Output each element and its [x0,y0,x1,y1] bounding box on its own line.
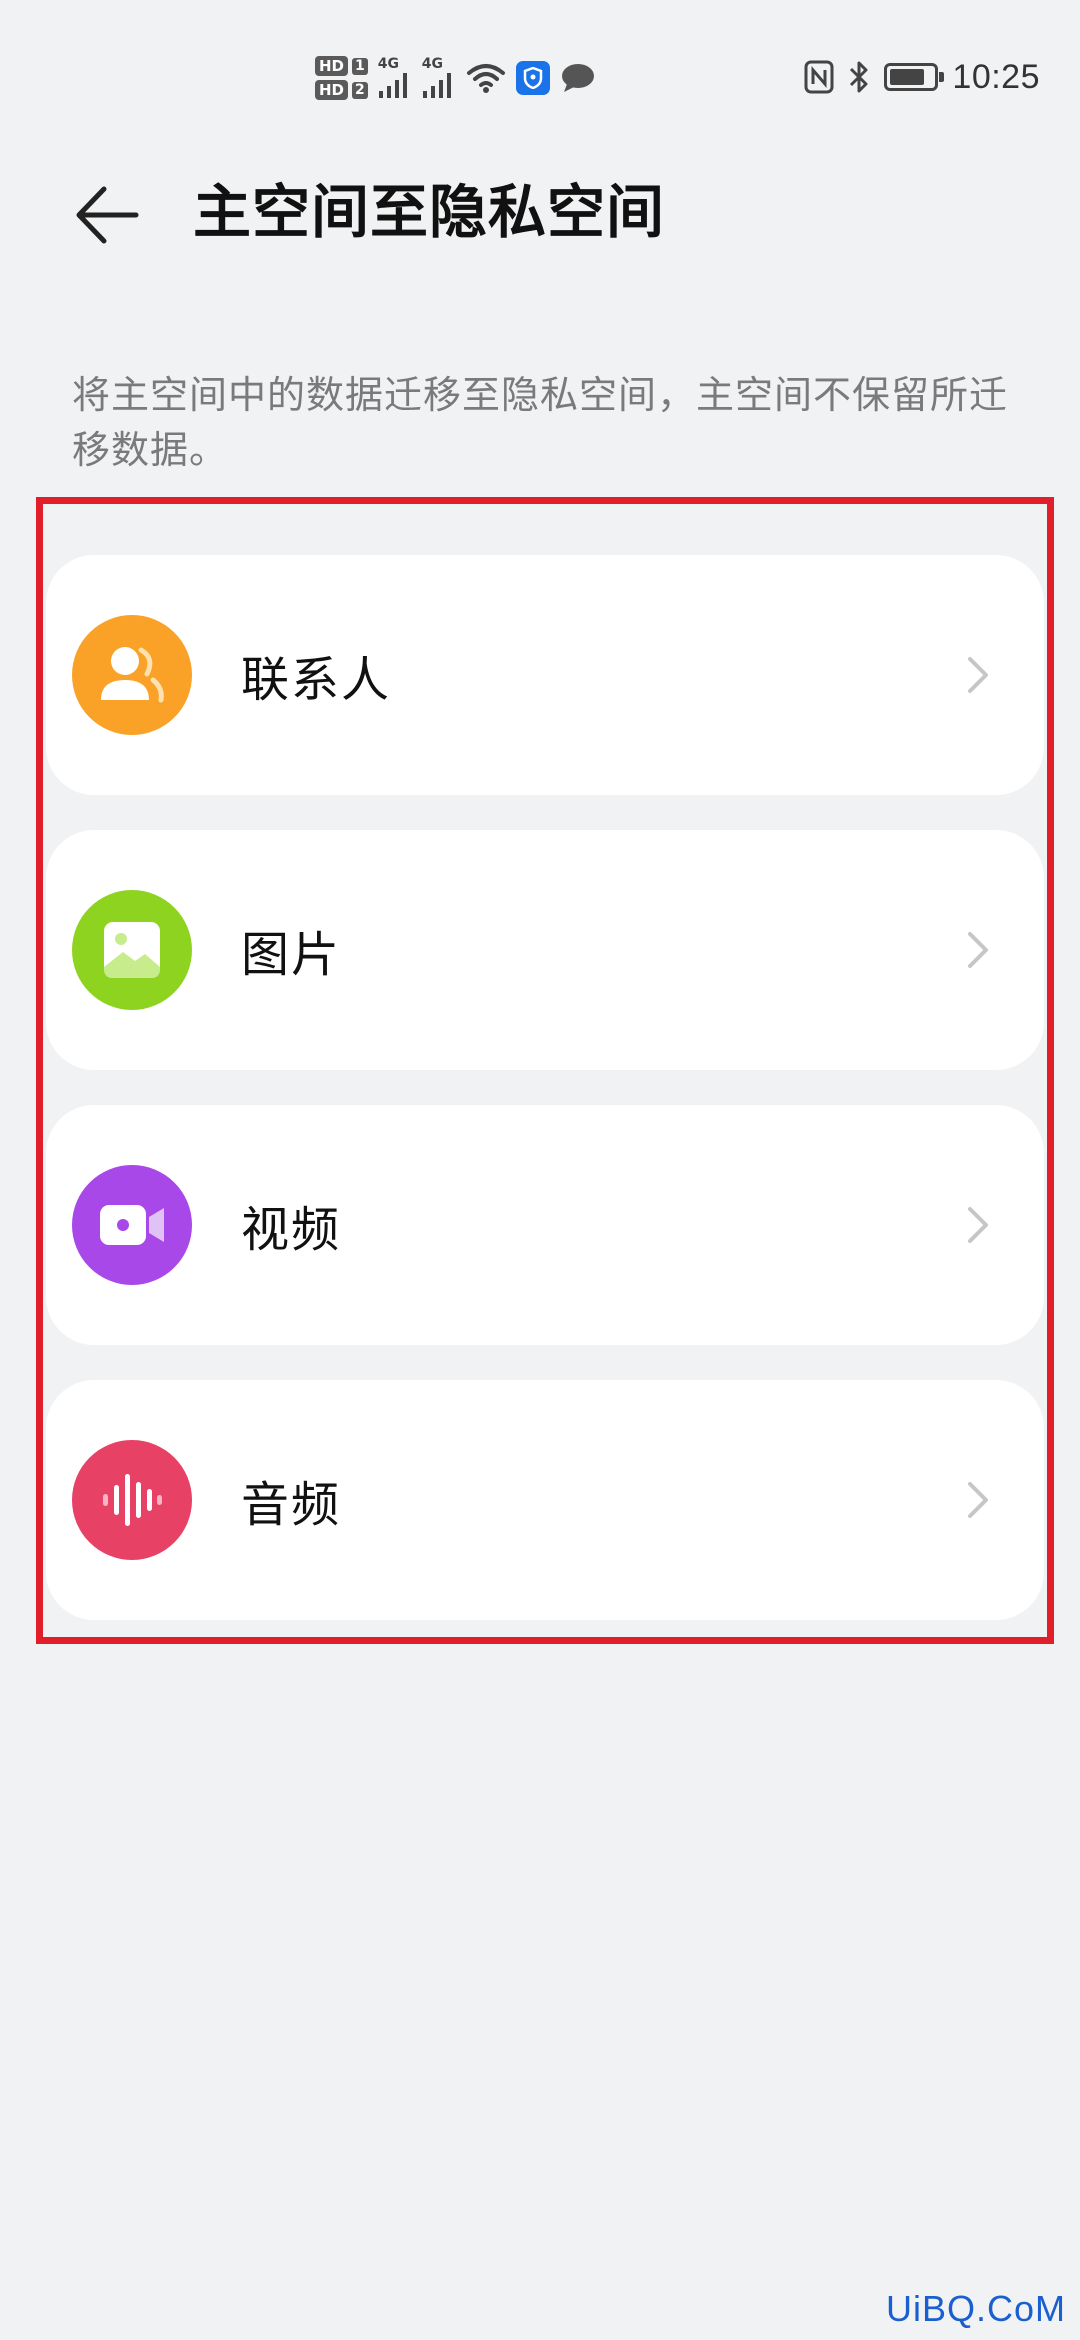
wifi-icon [466,64,505,93]
clock: 10:25 [952,57,1040,96]
description-text: 将主空间中的数据迁移至隐私空间，主空间不保留所迁移数据。 [72,373,1009,472]
hd2-indicator: HD 2 [315,80,368,100]
bluetooth-icon [850,61,868,93]
hd2-num: 2 [352,81,368,99]
signal-2: 4G [422,57,456,99]
list-item-label: 图片 [241,927,342,983]
list-item-audio[interactable]: 音频 [46,1380,1044,1620]
message-icon [561,64,594,92]
shield-icon [515,61,550,95]
net1-label: 4G [377,56,399,72]
chevron-right-icon [968,657,988,693]
status-left: HD 1 HD 2 4G 4G [315,48,596,108]
hd2-label: HD [315,80,349,100]
hd1-indicator: HD 1 [315,56,368,76]
list-item-label: 联系人 [241,652,392,708]
audio-icon [72,1440,192,1560]
hd-indicators: HD 1 HD 2 [315,56,368,100]
chevron-right-icon [968,932,988,968]
list-item-label: 视频 [241,1202,342,1258]
net2-label: 4G [421,56,443,72]
hd1-num: 1 [352,57,368,75]
back-button[interactable] [72,180,142,250]
list-item-label: 音频 [241,1477,342,1533]
list-item-contacts[interactable]: 联系人 [46,555,1044,795]
list-item-images[interactable]: 图片 [46,830,1044,1070]
chevron-right-icon [968,1207,988,1243]
battery-fill [890,69,925,85]
watermark: UiBQ.CoM [885,2288,1066,2329]
nfc-icon [804,60,834,94]
contacts-icon [72,615,192,735]
list-item-videos[interactable]: 视频 [46,1105,1044,1345]
status-bar: HD 1 HD 2 4G 4G 10:25 [0,0,1080,150]
signal-icon [422,73,451,98]
image-icon [72,890,192,1010]
status-right: 10:25 [804,52,1040,102]
chevron-right-icon [968,1482,988,1518]
back-arrow-icon [76,186,139,244]
battery-icon [884,63,945,91]
video-icon [72,1165,192,1285]
page-title: 主空间至隐私空间 [193,178,666,246]
signal-icon [378,73,407,98]
hd1-label: HD [315,56,349,76]
signal-1: 4G [378,57,412,99]
